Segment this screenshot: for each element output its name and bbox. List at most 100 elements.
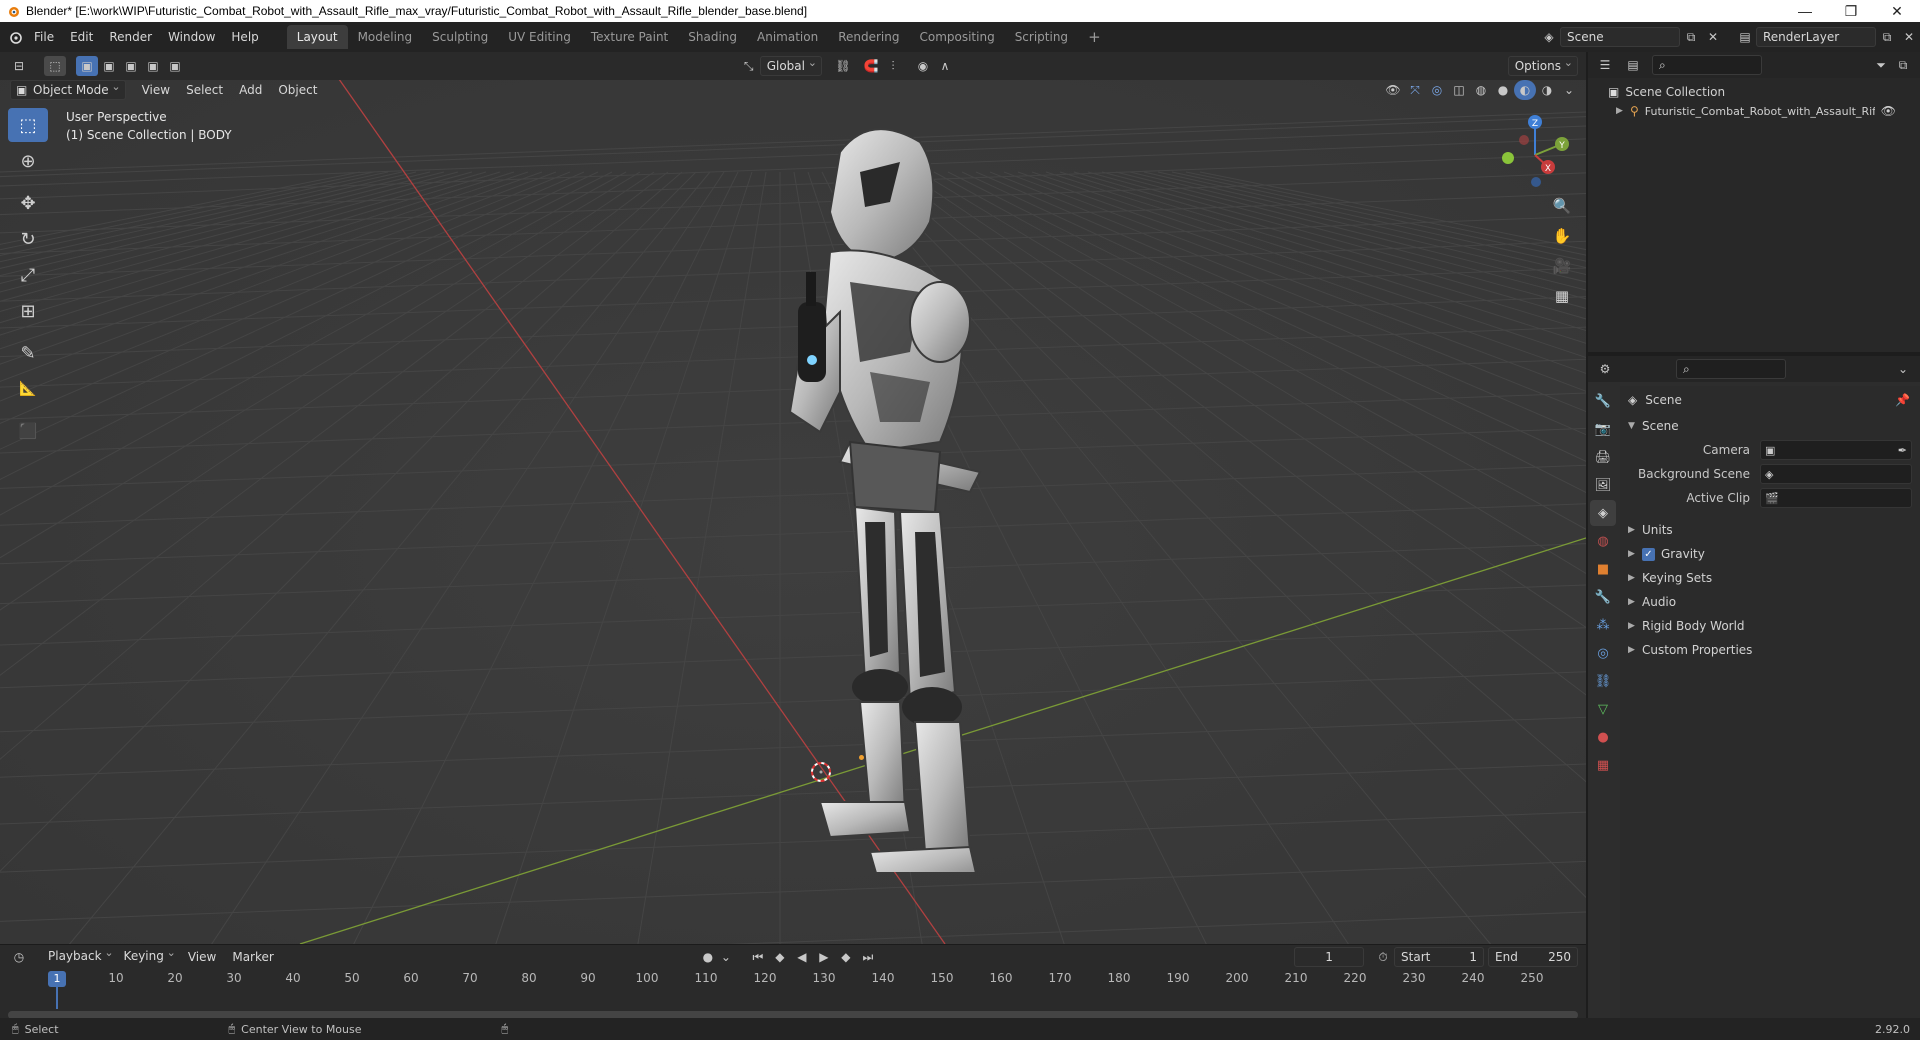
tab-texture-paint[interactable]: Texture Paint [581,25,678,49]
proportional-edit-icon[interactable]: ◉ [912,56,934,76]
units-panel[interactable]: ▶ Units [1620,518,1920,542]
render-layer-browse-icon[interactable]: ▤ [1734,27,1756,47]
timeline-marker-menu[interactable]: Marker [224,946,281,968]
tab-shading[interactable]: Shading [678,25,747,49]
tab-scripting[interactable]: Scripting [1005,25,1078,49]
tab-layout[interactable]: Layout [286,25,348,49]
scene-browse-icon[interactable]: ◈ [1538,27,1560,47]
menu-file[interactable]: File [26,26,62,48]
preview-range-icon[interactable]: ⏱ [1372,947,1394,967]
output-tab-icon[interactable]: 🖨 [1590,444,1616,470]
editor-type-icon[interactable]: ⊟ [8,56,30,76]
camera-field[interactable]: ▣ ✒ [1760,440,1912,460]
transform-orientation-dropdown[interactable]: Global [759,54,822,76]
new-collection-icon[interactable]: ⧉ [1892,55,1914,75]
tab-rendering[interactable]: Rendering [828,25,909,49]
tab-modeling[interactable]: Modeling [348,25,423,49]
pan-hand-icon[interactable]: ✋ [1549,223,1575,249]
gravity-panel[interactable]: ▶ ✓ Gravity [1620,542,1920,566]
gravity-checkbox[interactable]: ✓ [1642,547,1655,561]
jump-end-icon[interactable]: ⏭ [857,947,879,967]
prev-keyframe-icon[interactable]: ◆ [769,947,791,967]
measure-tool[interactable]: 📐 [8,372,48,406]
overlay-toggle-icon[interactable]: ◎ [1426,80,1448,100]
menu-help[interactable]: Help [223,26,266,48]
timeline-view-menu[interactable]: View [180,946,224,968]
render-layer-field[interactable]: RenderLayer [1756,27,1876,47]
texture-tab-icon[interactable]: ▦ [1590,752,1616,778]
perspective-toggle-icon[interactable]: ▦ [1549,283,1575,309]
pivot-icon[interactable]: ⛓ [832,56,854,76]
material-tab-icon[interactable]: ● [1590,724,1616,750]
outliner-root-row[interactable]: ▣ Scene Collection [1588,78,1920,100]
delete-layer-icon[interactable]: ✕ [1898,27,1920,47]
add-cube-tool[interactable]: ⬛ [8,414,48,448]
playhead[interactable]: 1 [48,971,66,987]
end-frame-field[interactable]: End 250 [1488,947,1579,967]
snap-target-icon[interactable]: ⫶ [882,56,904,76]
playback-dropdown[interactable]: Playback [42,944,118,967]
audio-panel[interactable]: ▶ Audio [1620,590,1920,614]
menu-view[interactable]: View [134,79,178,101]
play-icon[interactable]: ▶ [813,947,835,967]
filter-icon[interactable]: ⏷ [1870,55,1892,75]
record-icon[interactable]: ● [697,947,719,967]
rigid-body-world-panel[interactable]: ▶ Rigid Body World [1620,614,1920,638]
properties-search-input[interactable]: ⌕ [1676,359,1786,379]
next-keyframe-icon[interactable]: ◆ [835,947,857,967]
keying-sets-panel[interactable]: ▶ Keying Sets [1620,566,1920,590]
timeline-editor-type-icon[interactable]: ◷ [8,947,30,967]
solid-shading-icon[interactable]: ● [1492,80,1514,100]
eyedropper-icon[interactable]: ✒ [1898,444,1907,457]
move-tool[interactable]: ✥ [8,186,48,220]
new-scene-icon[interactable]: ⧉ [1680,27,1702,47]
particles-tab-icon[interactable]: ⁂ [1590,612,1616,638]
minimize-button[interactable]: — [1782,0,1828,22]
tool-tab-icon[interactable]: 🔧 [1590,388,1616,414]
select-box-tool[interactable]: ⬚ [8,108,48,142]
custom-properties-panel[interactable]: ▶ Custom Properties [1620,638,1920,662]
menu-edit[interactable]: Edit [62,26,101,48]
scale-tool[interactable]: ⤢ [8,258,48,292]
select-mode-icon[interactable]: ⬚ [44,56,66,76]
tab-compositing[interactable]: Compositing [909,25,1004,49]
shading-options-icon[interactable]: ⌄ [1558,80,1580,100]
background-scene-field[interactable]: ◈ [1760,464,1912,484]
keying-dropdown[interactable]: Keying [118,944,180,967]
menu-window[interactable]: Window [160,26,223,48]
properties-editor-type-icon[interactable]: ⚙ [1594,359,1616,379]
properties-options-icon[interactable]: ⌄ [1892,359,1914,379]
zoom-icon[interactable]: 🔍 [1549,193,1575,219]
falloff-icon[interactable]: ∧ [934,56,956,76]
cursor-tool[interactable]: ⊕ [8,144,48,178]
select-invert-icon[interactable]: ▣ [142,56,164,76]
navigation-gizmo[interactable]: Z Y X [1490,110,1580,200]
constraint-tab-icon[interactable]: ⛓ [1590,668,1616,694]
world-tab-icon[interactable]: ◍ [1590,528,1616,554]
outliner-item[interactable]: ▶ ⚲ Futuristic_Combat_Robot_with_Assault… [1588,100,1920,122]
view-layer-tab-icon[interactable]: 🖼 [1590,472,1616,498]
xray-toggle-icon[interactable]: ◫ [1448,80,1470,100]
tab-uv-editing[interactable]: UV Editing [498,25,581,49]
physics-tab-icon[interactable]: ◎ [1590,640,1616,666]
delete-scene-icon[interactable]: ✕ [1702,27,1724,47]
snap-icon[interactable]: 🧲 [860,56,882,76]
blender-menu-icon[interactable] [4,27,26,47]
pin-icon[interactable]: 📌 [1895,393,1910,407]
options-dropdown[interactable]: Options [1507,54,1578,76]
scene-tab-icon[interactable]: ◈ [1590,500,1616,526]
keyframe-options-icon[interactable]: ⌄ [719,947,733,967]
menu-object[interactable]: Object [270,79,325,101]
select-new-icon[interactable]: ▣ [76,56,98,76]
eye-visibility-icon[interactable]: 👁 [1881,104,1896,118]
gizmo-toggle-icon[interactable]: ⤧ [1404,80,1426,100]
timeline-editor[interactable]: ◷ Playback Keying View Marker ● ⌄ ⏮ ◆ ◀ … [0,944,1586,1024]
play-reverse-icon[interactable]: ◀ [791,947,813,967]
jump-start-icon[interactable]: ⏮ [747,947,769,967]
outliner-search-input[interactable]: ⌕ [1652,55,1762,75]
3d-cursor-icon[interactable] [806,757,836,787]
maximize-button[interactable]: ❐ [1828,0,1874,22]
object-tab-icon[interactable]: ■ [1590,556,1616,582]
scene-name-field[interactable]: Scene [1560,27,1680,47]
expand-icon[interactable]: ▶ [1616,106,1630,116]
